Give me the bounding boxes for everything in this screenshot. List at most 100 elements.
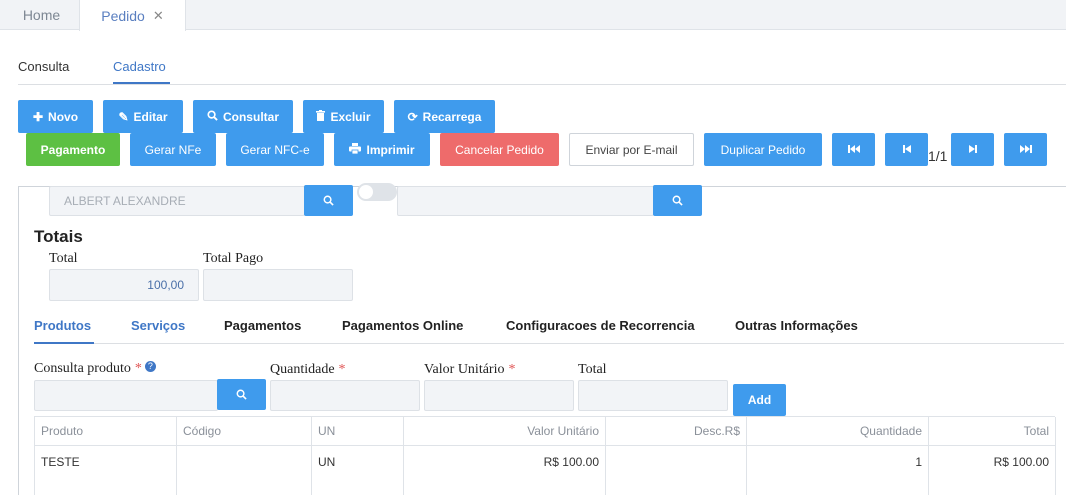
search-icon <box>323 195 334 206</box>
quantidade-input[interactable] <box>270 380 420 411</box>
table-cell-desc[interactable] <box>606 446 747 495</box>
secondary-search-button[interactable] <box>653 185 702 216</box>
editar-button[interactable]: ✎ Editar <box>103 100 183 133</box>
consulta-produto-text: Consulta produto <box>34 361 131 376</box>
table-cell-un[interactable]: UN <box>312 446 404 495</box>
plus-icon: ✚ <box>32 109 44 124</box>
cancelar-pedido-label: Cancelar Pedido <box>455 142 544 157</box>
editar-label: Editar <box>133 109 168 124</box>
search-icon <box>672 195 683 206</box>
tab-home-label: Home <box>22 7 61 23</box>
excluir-label: Excluir <box>330 109 371 124</box>
column-header-desc[interactable]: Desc.R$ <box>606 417 747 446</box>
total-pago-field[interactable] <box>203 269 353 301</box>
first-page-button[interactable] <box>832 133 875 166</box>
gerar-nfe-button[interactable]: Gerar NFe <box>130 133 216 166</box>
excluir-button[interactable]: Excluir <box>303 100 384 133</box>
duplicar-pedido-button[interactable]: Duplicar Pedido <box>704 133 822 166</box>
close-icon[interactable]: ✕ <box>153 8 164 24</box>
consultar-button[interactable]: Consultar <box>193 100 293 133</box>
column-header-produto[interactable]: Produto <box>35 417 177 446</box>
table-cell-produto[interactable]: TESTE <box>35 446 177 495</box>
column-header-quantidade[interactable]: Quantidade <box>747 417 929 446</box>
toggle-knob <box>359 185 373 199</box>
search-icon <box>207 109 218 124</box>
tab-pagamentos[interactable]: Pagamentos <box>224 318 301 333</box>
toggle-switch[interactable] <box>357 183 397 201</box>
items-table: Produto Código UN Valor Unitário Desc.R$… <box>34 416 1056 495</box>
total-pago-label: Total Pago <box>203 251 264 266</box>
product-tab-divider <box>34 343 1064 344</box>
skip-last-icon <box>1019 143 1032 157</box>
column-header-un[interactable]: UN <box>312 417 404 446</box>
duplicar-pedido-label: Duplicar Pedido <box>720 142 806 157</box>
next-page-button[interactable] <box>951 133 994 166</box>
subtab-consulta[interactable]: Consulta <box>18 59 69 74</box>
pagamento-button[interactable]: Pagamento <box>26 133 120 166</box>
required-mark: * <box>134 361 142 376</box>
cliente-search-button[interactable] <box>304 185 353 216</box>
refresh-icon: ⟳ <box>407 109 418 124</box>
column-header-valor-unitario[interactable]: Valor Unitário <box>404 417 606 446</box>
secondary-lookup-input[interactable] <box>397 186 654 216</box>
product-tab-active-indicator <box>34 342 94 344</box>
printer-icon <box>349 142 362 157</box>
consulta-produto-label: Consulta produto *? <box>34 361 156 377</box>
add-label: Add <box>747 393 772 407</box>
valor-unitario-label: Valor Unitário * <box>424 362 515 378</box>
table-cell-valor-unitario[interactable]: R$ 100.00 <box>404 446 606 495</box>
recarrega-button[interactable]: ⟳ Recarrega <box>394 100 495 133</box>
total-field[interactable]: 100,00 <box>49 269 199 301</box>
cliente-input[interactable]: ALBERT ALEXANDRE <box>49 186 305 216</box>
tab-pedido-label: Pedido <box>101 7 145 24</box>
last-page-button[interactable] <box>1004 133 1047 166</box>
prev-page-button[interactable] <box>885 133 928 166</box>
tab-produtos[interactable]: Produtos <box>34 318 91 333</box>
tab-pagamentos-online[interactable]: Pagamentos Online <box>342 318 463 333</box>
tab-outras-informacoes[interactable]: Outras Informações <box>735 318 858 333</box>
enviar-email-label: Enviar por E-mail <box>585 142 678 157</box>
imprimir-label: Imprimir <box>366 142 415 157</box>
valor-unitario-input[interactable] <box>424 380 574 411</box>
novo-label: Novo <box>48 109 79 124</box>
pager-indicator: 1/1 <box>928 148 948 164</box>
trash-icon <box>316 109 326 124</box>
total-item-input[interactable] <box>578 380 728 411</box>
add-button[interactable]: Add <box>733 384 786 416</box>
recarrega-label: Recarrega <box>422 109 482 124</box>
table-cell-total[interactable]: R$ 100.00 <box>929 446 1056 495</box>
total-item-label: Total <box>578 362 607 377</box>
step-forward-icon <box>968 143 977 157</box>
table-cell-quantidade[interactable]: 1 <box>747 446 929 495</box>
gerar-nfe-label: Gerar NFe <box>144 142 202 157</box>
subtab-divider <box>18 84 1066 85</box>
quantidade-text: Quantidade <box>270 362 335 377</box>
consulta-produto-input[interactable] <box>34 380 218 411</box>
tab-servicos[interactable]: Serviços <box>131 318 185 333</box>
gerar-nfce-label: Gerar NFC-e <box>240 142 310 157</box>
novo-button[interactable]: ✚ Novo <box>18 100 93 133</box>
search-icon <box>236 389 247 400</box>
column-header-total[interactable]: Total <box>929 417 1056 446</box>
subtab-cadastro[interactable]: Cadastro <box>113 59 166 74</box>
totais-title: Totais <box>34 227 83 246</box>
enviar-email-button[interactable]: Enviar por E-mail <box>569 133 694 166</box>
top-tab-bar: Home Pedido ✕ <box>0 0 1066 31</box>
subtab-active-indicator <box>113 82 170 84</box>
column-header-codigo[interactable]: Código <box>177 417 312 446</box>
quantidade-label: Quantidade * <box>270 362 346 378</box>
edit-icon: ✎ <box>118 109 129 124</box>
tab-pedido[interactable]: Pedido ✕ <box>79 0 186 31</box>
pagamento-label: Pagamento <box>40 142 106 157</box>
skip-first-icon <box>847 143 860 157</box>
tab-configuracoes-recorrencia[interactable]: Configuracoes de Recorrencia <box>506 318 695 333</box>
tab-home[interactable]: Home <box>4 0 79 30</box>
table-cell-codigo[interactable] <box>177 446 312 495</box>
produto-search-button[interactable] <box>217 379 266 410</box>
gerar-nfce-button[interactable]: Gerar NFC-e <box>226 133 324 166</box>
help-icon[interactable]: ? <box>144 361 156 372</box>
consultar-label: Consultar <box>222 109 279 124</box>
imprimir-button[interactable]: Imprimir <box>334 133 430 166</box>
total-label: Total <box>49 251 78 266</box>
cancelar-pedido-button[interactable]: Cancelar Pedido <box>440 133 559 166</box>
